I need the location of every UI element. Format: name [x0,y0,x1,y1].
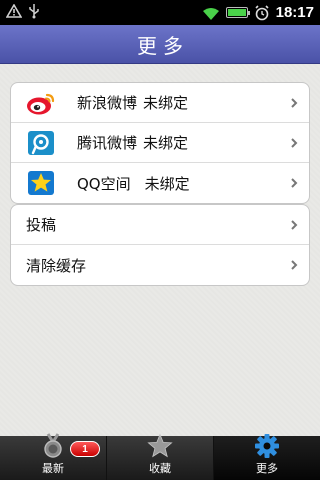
status-left [5,3,40,22]
tab-bar: 最新 1 收藏 更多 [0,433,320,480]
medal-icon [39,433,67,459]
status-bar: 18:17 [0,0,320,25]
clear-cache-label: 清除缓存 [26,256,87,275]
chevron-right-icon [288,96,300,110]
warning-icon [5,3,23,21]
bindings-group: 新浪微博 未绑定 腾讯微博 未绑定 QQ空间 未绑定 [10,82,310,204]
gear-icon [253,433,281,459]
title-bar: 更多 [0,25,320,64]
content-area: 新浪微博 未绑定 腾讯微博 未绑定 QQ空间 未绑定 投稿 清除缓存 [0,64,320,436]
service-name: 新浪微博 [77,94,138,112]
tab-favorites[interactable]: 收藏 [106,433,213,480]
battery-icon [225,7,250,18]
submit-article-label: 投稿 [26,216,57,234]
tab-latest[interactable]: 最新 1 [0,433,106,480]
service-name: QQ空间 [77,174,131,193]
tab-label: 最新 [42,462,64,475]
binding-status: 未绑定 [143,134,189,152]
service-name: 腾讯微博 [77,134,138,152]
tab-label: 更多 [256,462,278,475]
chevron-right-icon [288,258,300,272]
usb-icon [28,3,40,22]
status-right: 18:17 [202,4,314,21]
qzone-icon [25,169,57,197]
binding-status: 未绑定 [144,174,190,193]
chevron-right-icon [288,176,300,190]
wifi-icon [202,6,220,20]
binding-status: 未绑定 [143,94,189,112]
star-icon [146,433,174,459]
submit-article-row[interactable]: 投稿 [11,205,309,245]
bind-sina-weibo-row[interactable]: 新浪微博 未绑定 [11,83,309,123]
alarm-icon [254,4,270,21]
chevron-right-icon [288,218,300,232]
actions-group: 投稿 清除缓存 [10,204,310,286]
chevron-right-icon [288,136,300,150]
notification-badge: 1 [70,441,100,457]
sina-weibo-icon [25,89,57,117]
bind-qzone-row[interactable]: QQ空间 未绑定 [11,163,309,203]
clock-time: 18:17 [275,4,314,21]
tencent-weibo-icon [25,129,57,157]
clear-cache-row[interactable]: 清除缓存 [11,245,309,285]
bind-tencent-weibo-row[interactable]: 腾讯微博 未绑定 [11,123,309,163]
tab-more[interactable]: 更多 [213,433,320,480]
tab-label: 收藏 [149,462,171,475]
page-title: 更多 [137,33,189,58]
